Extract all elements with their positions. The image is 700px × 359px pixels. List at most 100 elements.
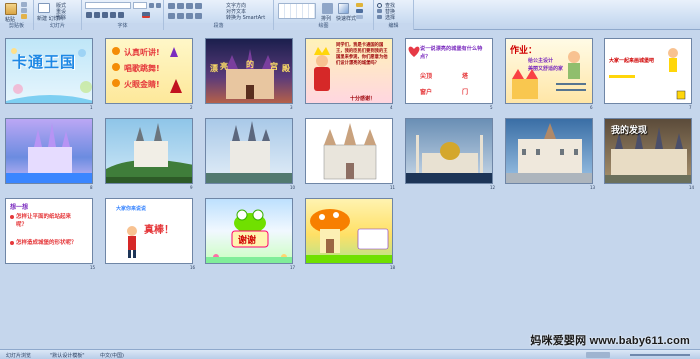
- smartart-button[interactable]: 转换为 SmartArt: [226, 14, 265, 21]
- slide-thumbnail-10[interactable]: [205, 118, 293, 184]
- mosque-photo: [406, 135, 492, 183]
- slide-thumbnail-16[interactable]: 大家你来说说 真棒！: [105, 198, 193, 264]
- strikethrough-icon[interactable]: [110, 12, 116, 18]
- shape-fill-icon[interactable]: [356, 3, 363, 7]
- zoom-slider[interactable]: [630, 354, 690, 356]
- slide-3-char-2: 亮: [220, 62, 228, 71]
- slide-thumbnail-18[interactable]: [305, 198, 393, 264]
- slide-thumbnail-9[interactable]: [105, 118, 193, 184]
- paragraph-group-label: 段落: [164, 23, 273, 30]
- castle-clipart: [512, 51, 586, 99]
- slide-number: 16: [190, 265, 196, 270]
- status-theme: "默认设计模板": [50, 353, 85, 359]
- numbering-icon[interactable]: [177, 3, 184, 9]
- slide-thumbnail-14[interactable]: 我的发现: [604, 118, 692, 184]
- slide-thumbnail-7[interactable]: 大家一起来画城堡吧: [604, 38, 692, 104]
- shapes-gallery-icon[interactable]: [278, 3, 316, 19]
- align-center-icon[interactable]: [177, 13, 184, 19]
- slide-number: 10: [290, 185, 296, 190]
- slide-number: 9: [190, 185, 193, 190]
- frog-clipart: [206, 209, 292, 263]
- italic-icon[interactable]: [94, 12, 100, 18]
- slide-thumbnail-12[interactable]: [405, 118, 493, 184]
- select-button[interactable]: 选择: [385, 14, 395, 21]
- castle-drawing: [323, 123, 377, 180]
- slide-5-item-3: 窗户: [420, 89, 433, 96]
- heart-bullets: [10, 215, 14, 245]
- clipboard-group: 粘贴 剪贴板: [0, 0, 34, 30]
- status-bar: 幻灯片浏览 "默认设计模板" 中文(中国): [0, 349, 700, 359]
- grow-font-icon[interactable]: [149, 3, 154, 8]
- shape-outline-icon[interactable]: [356, 9, 363, 13]
- justify-icon[interactable]: [195, 13, 202, 19]
- slide-thumbnail-11[interactable]: [305, 118, 393, 184]
- slide-thumbnail-4[interactable]: 同学们，我是卡通国的国王，我的臣民们要到我的王国里来参观，你们愿意为他们设计漂亮…: [305, 38, 393, 104]
- slide-thumbnail-6[interactable]: 作业： 给公主设计 美丽又舒适的家: [505, 38, 593, 104]
- slide-4-speech: 同学们，我是卡通国的国王，我的臣民们要到我的王国里来参观，你们愿意为他们设计漂亮…: [336, 43, 388, 66]
- quick-styles-icon[interactable]: [338, 3, 349, 14]
- slide-thumbnail-5[interactable]: 说一说漂亮的城堡有什么特点？ 尖顶 塔 窗户 门: [405, 38, 493, 104]
- slide-thumbnail-13[interactable]: [505, 118, 593, 184]
- slide-17-thanks: 谢谢: [238, 236, 257, 246]
- replace-icon[interactable]: [377, 9, 382, 13]
- slide-4-thanks: 十分感谢！: [350, 96, 376, 102]
- bold-icon[interactable]: [86, 12, 92, 18]
- slide-number: 14: [689, 185, 695, 190]
- align-left-icon[interactable]: [168, 13, 175, 19]
- quick-styles-label[interactable]: 快速样式: [336, 15, 356, 22]
- paste-button-label[interactable]: 粘贴: [5, 16, 15, 23]
- cut-icon[interactable]: [21, 2, 27, 7]
- slide-number: 2: [190, 105, 193, 110]
- slide-3-char-1: 漂: [210, 64, 218, 73]
- arrange-label[interactable]: 排列: [321, 15, 331, 22]
- slide-number: 7: [689, 105, 692, 110]
- font-size-combo[interactable]: [133, 2, 147, 9]
- slide-thumbnail-2[interactable]: 认真听讲! 唱歌跳舞! 火眼金睛!: [105, 38, 193, 104]
- child-clipart: [127, 226, 137, 258]
- increase-indent-icon[interactable]: [195, 3, 202, 9]
- paste-icon[interactable]: [5, 3, 17, 15]
- editing-group: 查找 替换 选择 编辑: [374, 0, 414, 30]
- slide-5-item-4: 门: [462, 89, 469, 96]
- fairy-clipart: [609, 48, 686, 100]
- copy-icon[interactable]: [21, 8, 27, 13]
- slide-number: 3: [290, 105, 293, 110]
- slide-thumbnail-15[interactable]: 想一想 怎样让平面的纸站起来呢？ 怎样造成城堡的形状呢？: [5, 198, 93, 264]
- slide-thumbnail-3[interactable]: 漂 亮 的 宫 殿: [205, 38, 293, 104]
- format-painter-icon[interactable]: [21, 14, 27, 19]
- decrease-indent-icon[interactable]: [186, 3, 193, 9]
- palace-fountain-photo: [506, 123, 592, 183]
- drawing-group: 排列 快速样式 绘图: [274, 0, 374, 30]
- delete-button[interactable]: 删除: [56, 14, 66, 21]
- underline-icon[interactable]: [102, 12, 108, 18]
- font-color-icon[interactable]: [142, 12, 150, 18]
- slide-14-title: 我的发现: [611, 126, 648, 136]
- arrange-icon[interactable]: [322, 3, 333, 14]
- font-name-combo[interactable]: [85, 2, 131, 9]
- new-slide-icon[interactable]: [38, 3, 50, 13]
- slide-5-title: 说一说漂亮的城堡有什么特点？: [420, 46, 483, 60]
- fantasy-castle-photo: [6, 123, 92, 183]
- select-icon[interactable]: [377, 15, 382, 19]
- shadow-icon[interactable]: [118, 12, 124, 18]
- slide-number: 18: [390, 265, 396, 270]
- slides-group-label: 幻灯片: [34, 23, 81, 30]
- slide-number: 8: [90, 185, 93, 190]
- slide-number: 6: [590, 105, 593, 110]
- align-right-icon[interactable]: [186, 13, 193, 19]
- font-group: 字体: [82, 0, 164, 30]
- drawing-group-label: 绘图: [274, 23, 373, 30]
- slide-thumbnail-1[interactable]: 卡通王国: [5, 38, 93, 104]
- status-view: 幻灯片浏览: [6, 353, 32, 359]
- shape-effects-icon[interactable]: [356, 15, 363, 19]
- slide-thumbnail-8[interactable]: [5, 118, 93, 184]
- bullets-icon[interactable]: [168, 3, 175, 9]
- slide-sorter: 卡通王国 1 认真听讲! 唱歌跳舞! 火眼金睛! 2 漂 亮 的 宫 殿 3 同…: [0, 30, 700, 349]
- view-buttons[interactable]: [586, 352, 610, 358]
- shrink-font-icon[interactable]: [156, 3, 161, 8]
- slide-3-char-4: 宫: [270, 62, 278, 71]
- slide-number: 4: [390, 105, 393, 110]
- find-icon[interactable]: [377, 3, 382, 8]
- slide-thumbnail-17[interactable]: 谢谢: [205, 198, 293, 264]
- clipboard-group-label: 剪贴板: [0, 23, 33, 30]
